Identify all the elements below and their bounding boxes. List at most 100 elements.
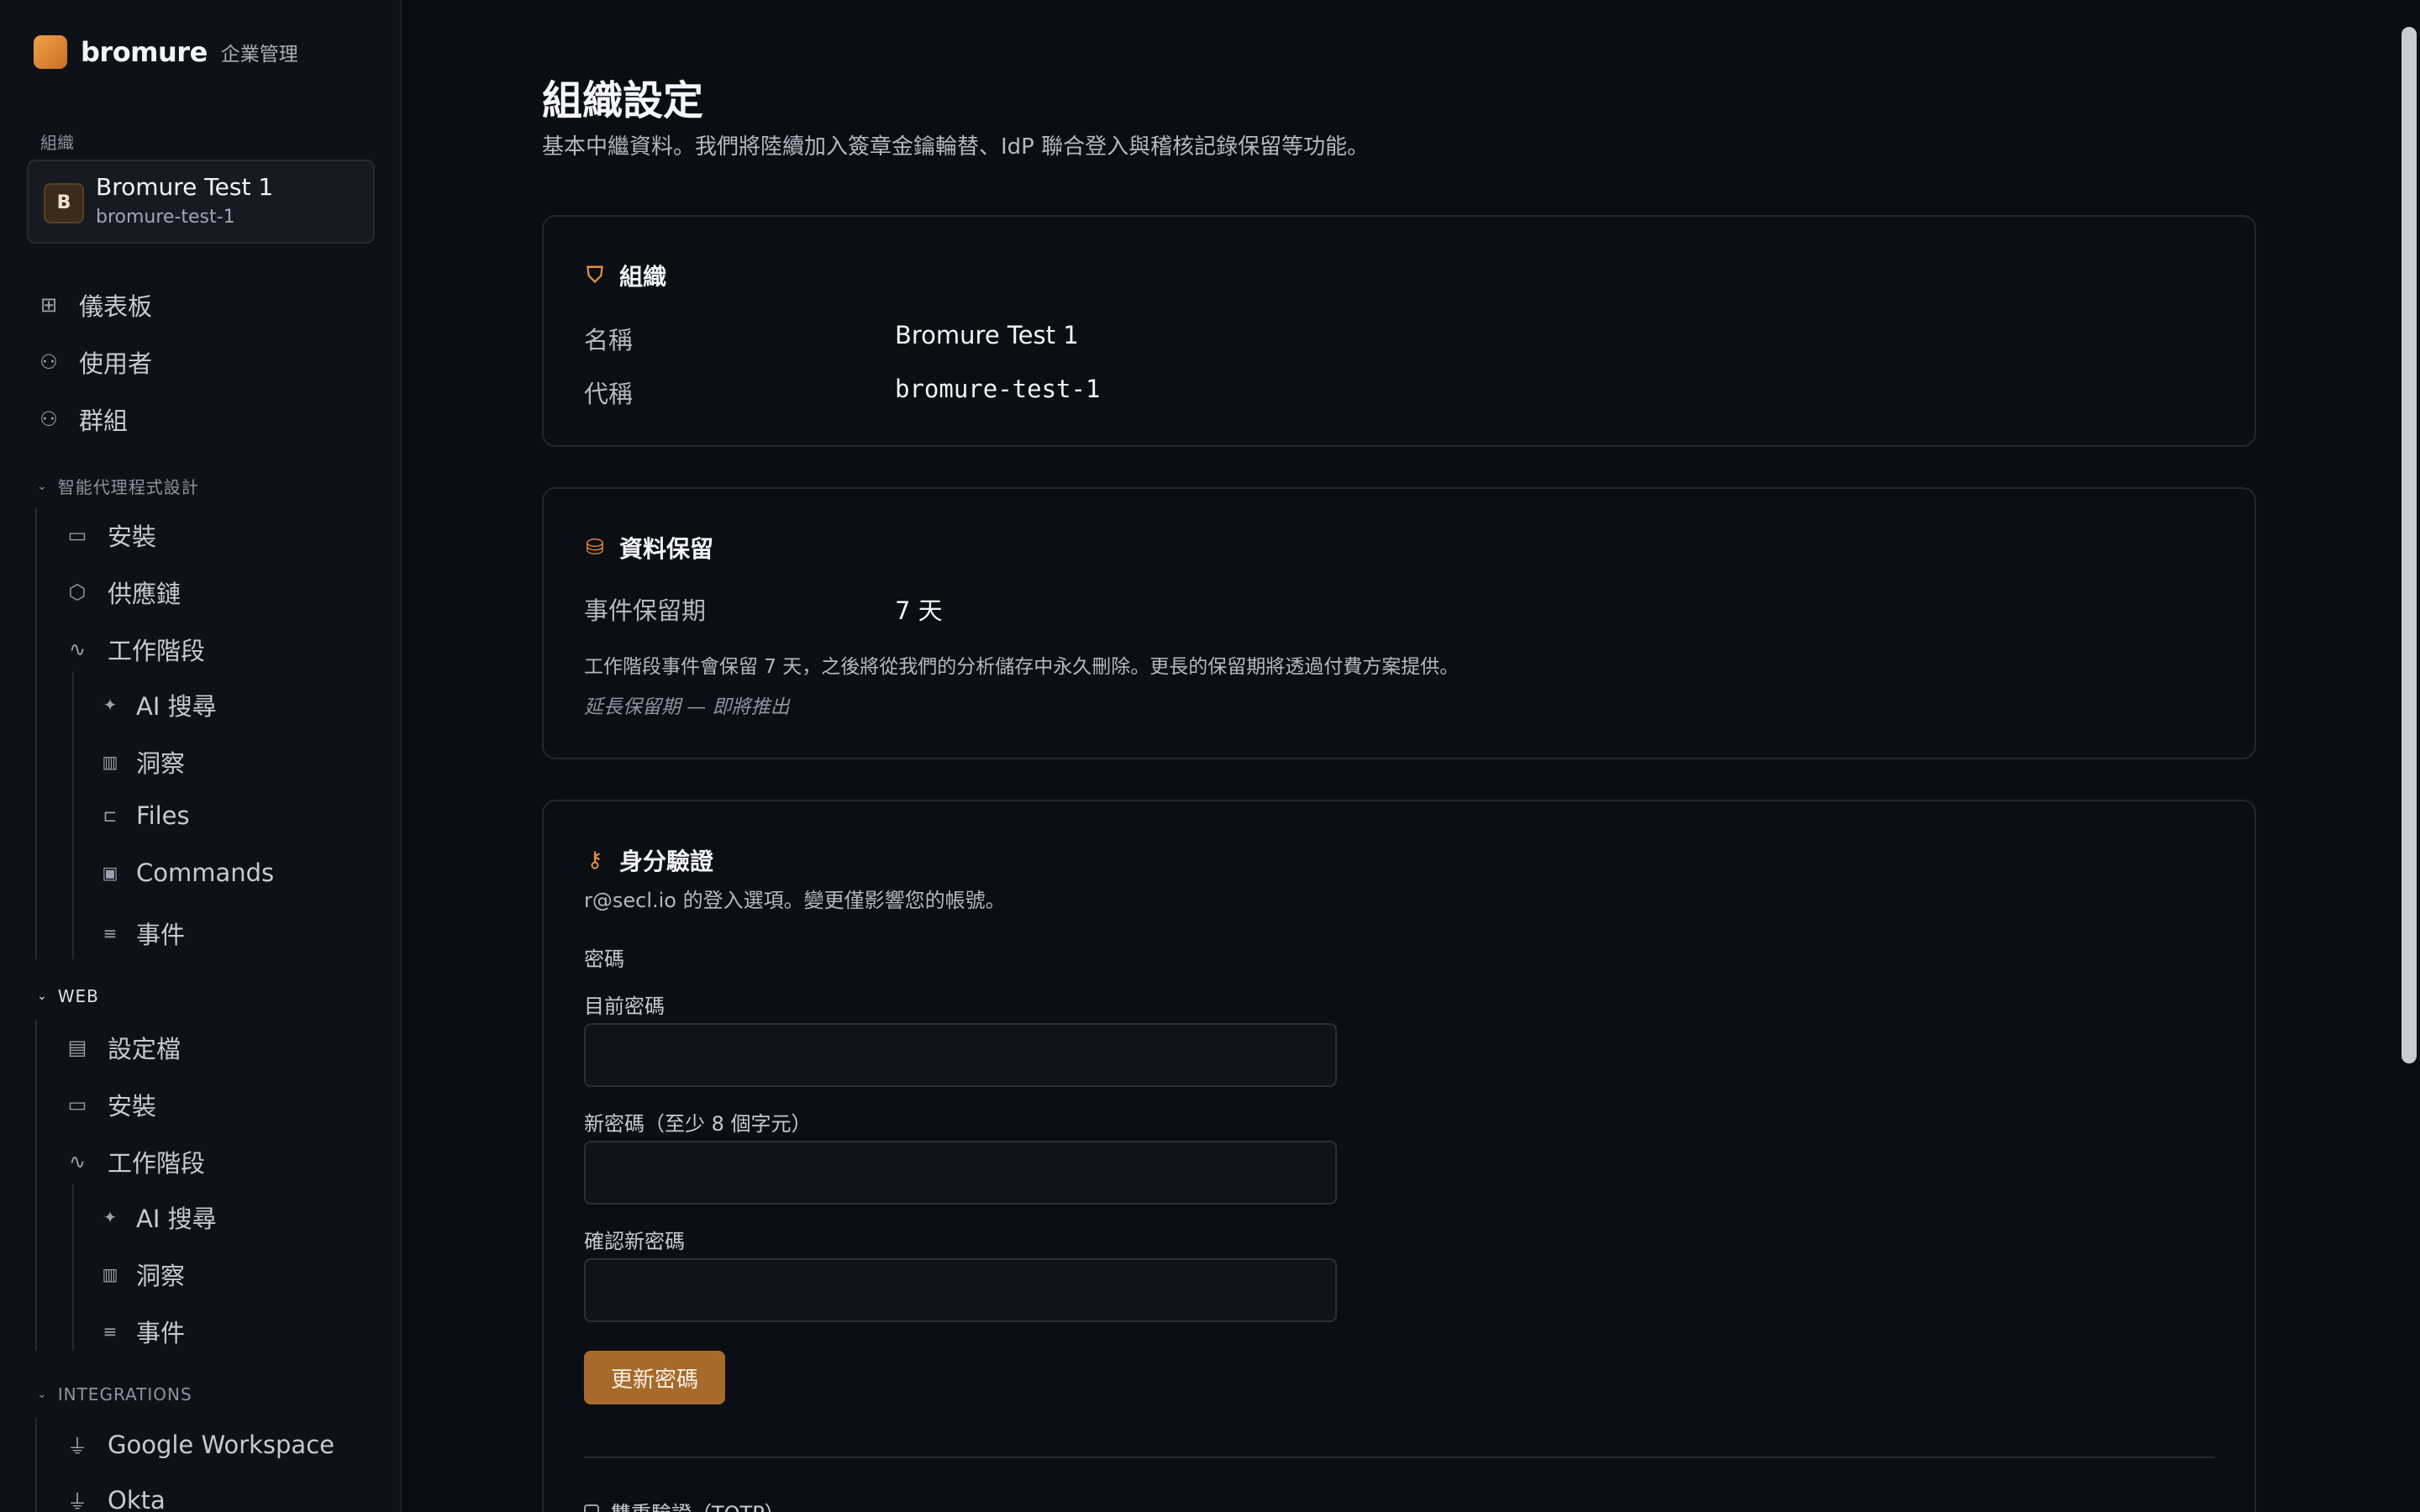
nav-web-ai-search[interactable]: ✦ AI 搜尋 xyxy=(101,1200,217,1235)
org-switcher-slug: bromure-test-1 xyxy=(96,207,235,228)
nav-agents-install[interactable]: ▭ 安裝 xyxy=(66,517,156,553)
nav-integration-google[interactable]: ⏚ Google Workspace xyxy=(66,1430,334,1459)
org-section-label: 組織 xyxy=(40,133,74,153)
nav-guide-line xyxy=(35,1418,37,1512)
org-card: ⛉ 組織 名稱 Bromure Test 1 代稱 bromure-test-1 xyxy=(542,215,2256,447)
org-switcher[interactable]: B Bromure Test 1 bromure-test-1 xyxy=(27,160,375,244)
confirm-password-input[interactable] xyxy=(584,1258,1337,1322)
section-agents-toggle[interactable]: ⌄ 智能代理程式設計 xyxy=(37,474,199,498)
org-card-title: ⛉ 組織 xyxy=(584,259,666,292)
retention-period-label: 事件保留期 xyxy=(584,596,707,625)
nav-agents-ai-search[interactable]: ✦ AI 搜尋 xyxy=(101,687,217,722)
nav-web-events-label: 事件 xyxy=(136,1319,186,1347)
brand[interactable]: bromure 企業管理 xyxy=(34,35,298,69)
nav-agents-events[interactable]: ≡ 事件 xyxy=(101,916,185,951)
nav-dashboard[interactable]: ⊞ 儀表板 xyxy=(37,287,152,323)
page-subtitle: 基本中繼資料。我們將陸續加入簽章金鑰輪替、IdP 聯合登入與稽核記錄保留等功能。 xyxy=(542,134,1370,160)
dashboard-icon: ⊞ xyxy=(39,293,58,317)
org-name-label: 名稱 xyxy=(584,326,634,354)
chevron-down-icon: ⌄ xyxy=(37,990,48,1003)
nav-agents-supply-chain[interactable]: ⬡ 供應鏈 xyxy=(66,575,182,610)
current-password-input[interactable] xyxy=(584,1023,1337,1087)
chevron-down-icon: ⌄ xyxy=(37,1388,48,1401)
nav-guide-line xyxy=(35,507,37,959)
sidebar: bromure 企業管理 組織 B Bromure Test 1 bromure… xyxy=(0,0,402,1512)
nav-users[interactable]: ⚇ 使用者 xyxy=(37,344,152,380)
nav-web-insights-label: 洞察 xyxy=(136,1262,186,1290)
plug-icon: ⏚ xyxy=(67,1490,87,1512)
org-avatar: B xyxy=(44,183,84,223)
scrollbar-thumb[interactable] xyxy=(2402,27,2417,1063)
org-card-title-text: 組織 xyxy=(619,263,667,291)
nav-groups[interactable]: ⚇ 群組 xyxy=(37,402,128,437)
brand-subtitle: 企業管理 xyxy=(220,44,298,66)
totp-label: 雙重驗證（TOTP） xyxy=(611,1497,785,1512)
org-switcher-name: Bromure Test 1 xyxy=(96,173,274,201)
nav-agents-commands-label: Commands xyxy=(136,858,275,887)
nav-agents-insights[interactable]: ▥ 洞察 xyxy=(101,744,185,780)
sparkles-icon: ✦ xyxy=(103,695,118,715)
nav-agents-files[interactable]: ⊏ Files xyxy=(101,801,190,830)
sparkles-icon: ✦ xyxy=(103,1207,118,1227)
retention-note: 工作階段事件會保留 7 天，之後將從我們的分析儲存中永久刪除。更長的保留期將透過… xyxy=(584,656,1460,678)
section-web-toggle[interactable]: ⌄ WEB xyxy=(37,986,99,1006)
bar-chart-icon: ▥ xyxy=(102,752,118,772)
nav-web-events[interactable]: ≡ 事件 xyxy=(101,1314,185,1349)
org-slug-value: bromure-test-1 xyxy=(895,375,1101,403)
nav-integration-okta-label: Okta xyxy=(108,1485,166,1512)
new-password-input[interactable] xyxy=(584,1141,1337,1205)
nav-agents-sessions-label: 工作階段 xyxy=(108,637,206,665)
new-password-label: 新密碼（至少 8 個字元） xyxy=(584,1112,812,1136)
nav-web-ai-search-label: AI 搜尋 xyxy=(136,1205,217,1233)
auth-card-title-text: 身分驗證 xyxy=(619,848,714,875)
nav-agents-install-label: 安裝 xyxy=(108,522,157,551)
retention-card: ⛁ 資料保留 事件保留期 7 天 工作階段事件會保留 7 天，之後將從我們的分析… xyxy=(542,487,2256,759)
confirm-password-label: 確認新密碼 xyxy=(584,1230,685,1253)
nav-agents-files-label: Files xyxy=(136,801,190,830)
nav-guide-line xyxy=(35,1020,37,1351)
database-icon: ⛁ xyxy=(586,535,604,560)
retention-extend-note: 延長保留期 — 即將推出 xyxy=(584,696,790,718)
users-icon: ⚇ xyxy=(39,350,58,374)
nav-agents-insights-label: 洞察 xyxy=(136,749,186,778)
nav-dashboard-label: 儀表板 xyxy=(79,292,153,321)
nav-guide-line xyxy=(72,672,74,959)
package-icon: ⬡ xyxy=(68,580,87,604)
org-name-value: Bromure Test 1 xyxy=(895,321,1079,349)
password-heading: 密碼 xyxy=(584,948,624,971)
brand-name: bromure xyxy=(81,36,208,68)
nav-web-sessions[interactable]: ∿ 工作階段 xyxy=(66,1144,205,1179)
list-icon: ≡ xyxy=(103,923,118,943)
nav-agents-sessions[interactable]: ∿ 工作階段 xyxy=(66,632,205,667)
brand-logo xyxy=(34,35,67,69)
nav-users-label: 使用者 xyxy=(79,349,153,378)
activity-icon: ∿ xyxy=(68,1150,87,1173)
smartphone-icon xyxy=(584,1504,599,1512)
section-integrations-toggle[interactable]: ⌄ INTEGRATIONS xyxy=(37,1384,192,1404)
chevron-down-icon: ⌄ xyxy=(37,479,48,493)
nav-web-insights[interactable]: ▥ 洞察 xyxy=(101,1257,185,1292)
nav-agents-commands[interactable]: ▣ Commands xyxy=(101,858,275,887)
nav-web-profiles[interactable]: ▤ 設定檔 xyxy=(66,1030,181,1065)
nav-integration-okta[interactable]: ⏚ Okta xyxy=(66,1485,166,1512)
nav-web-sessions-label: 工作階段 xyxy=(108,1149,206,1178)
nav-web-profiles-label: 設定檔 xyxy=(108,1035,182,1063)
folder-settings-icon: ▤ xyxy=(67,1036,87,1059)
key-icon: ⚷ xyxy=(587,848,603,873)
nav-agents-ai-search-label: AI 搜尋 xyxy=(136,692,217,721)
retention-period-value: 7 天 xyxy=(895,596,943,625)
group-icon: ⚇ xyxy=(39,407,58,431)
org-slug-label: 代稱 xyxy=(584,380,634,408)
auth-card-title: ⚷ 身分驗證 xyxy=(584,843,713,877)
folder-tree-icon: ⊏ xyxy=(103,806,118,826)
nav-web-install-label: 安裝 xyxy=(108,1092,157,1121)
page-scrollbar[interactable] xyxy=(2398,0,2420,1512)
list-icon: ≡ xyxy=(103,1321,118,1341)
laptop-icon: ▭ xyxy=(67,523,87,547)
totp-section[interactable]: 雙重驗證（TOTP） xyxy=(584,1497,785,1512)
page-title: 組織設定 xyxy=(542,77,704,124)
nav-web-install[interactable]: ▭ 安裝 xyxy=(66,1087,156,1122)
auth-card: ⚷ 身分驗證 r@secl.io 的登入選項。變更僅影響您的帳號。 密碼 目前密… xyxy=(542,800,2256,1512)
update-password-button[interactable]: 更新密碼 xyxy=(584,1351,725,1404)
retention-card-title: ⛁ 資料保留 xyxy=(584,531,713,564)
